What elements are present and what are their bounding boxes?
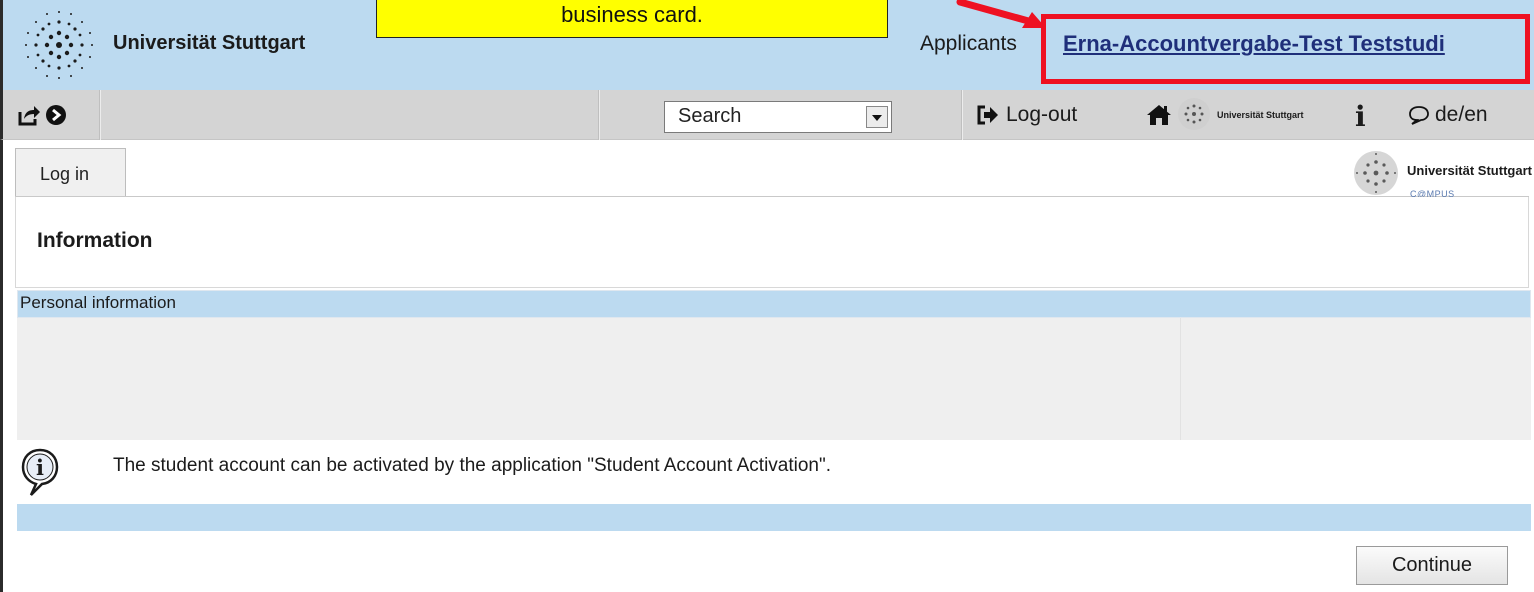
information-panel — [15, 197, 1529, 288]
logout-button[interactable]: Log-out — [976, 103, 1077, 127]
small-university-name: Universität Stuttgart — [1217, 110, 1304, 120]
home-icon[interactable] — [1146, 103, 1172, 127]
forward-circle-icon[interactable] — [45, 104, 67, 126]
language-switch[interactable]: de/en — [1408, 103, 1488, 127]
info-speech-icon: i — [21, 448, 59, 496]
svg-text:i: i — [36, 455, 44, 480]
footer-bar — [17, 504, 1531, 531]
toolbar-nav-icons — [17, 104, 67, 126]
campus-logo — [1354, 151, 1398, 195]
speech-bubble-icon — [1409, 106, 1429, 125]
dropdown-arrow-icon[interactable] — [866, 106, 888, 128]
tab-login[interactable]: Log in — [15, 148, 126, 197]
logout-icon — [977, 105, 998, 125]
language-label: de/en — [1435, 103, 1488, 126]
page-title: Information — [37, 229, 153, 252]
logout-label: Log-out — [1006, 103, 1078, 126]
toolbar-separator — [961, 90, 963, 140]
annotation-callout: business card. — [376, 0, 888, 38]
section-label: Personal information — [20, 293, 176, 312]
role-label: Applicants — [920, 32, 1017, 55]
info-message: The student account can be activated by … — [113, 455, 832, 476]
column-divider — [1180, 318, 1181, 440]
continue-button[interactable]: Continue — [1356, 546, 1508, 585]
info-icon[interactable]: i — [1355, 100, 1366, 133]
section-header-bar — [17, 290, 1531, 318]
campus-university-name: Universität Stuttgart — [1407, 163, 1532, 178]
share-icon[interactable] — [17, 104, 41, 126]
small-university-logo[interactable] — [1177, 97, 1211, 131]
toolbar-separator — [99, 90, 101, 140]
search-select[interactable]: Search — [664, 101, 892, 133]
university-name: Universität Stuttgart — [113, 32, 306, 54]
search-select-value: Search — [678, 105, 742, 127]
personal-information-area — [17, 318, 1531, 440]
highlight-annotation — [1041, 14, 1530, 84]
toolbar-separator — [598, 90, 600, 140]
university-logo — [25, 11, 93, 79]
